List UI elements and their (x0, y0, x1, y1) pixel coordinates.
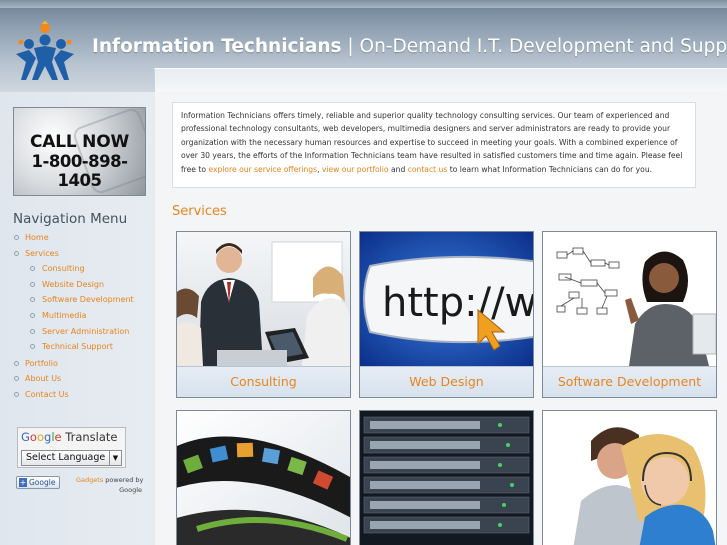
site-header: Information Technicians | On-Demand I.T.… (0, 0, 727, 92)
powered-by-google[interactable]: Google (119, 486, 142, 494)
nav-item-server-administration[interactable]: Server Administration (13, 324, 134, 340)
nav-item-home[interactable]: Home (13, 230, 134, 246)
software-development-label: Software Development (543, 366, 716, 397)
nav-item-label: Server Administration (42, 326, 130, 336)
nav-item-multimedia[interactable]: Multimedia (13, 308, 134, 324)
bullet-icon (14, 235, 19, 240)
nav-item-label: Consulting (42, 264, 85, 274)
nav-item-label: About Us (25, 374, 62, 384)
powered-by-text: powered by (103, 476, 144, 484)
site-title-brand: Information Technicians (92, 36, 342, 57)
service-card-consulting[interactable]: Consulting (176, 231, 351, 398)
nav-item-software-development[interactable]: Software Development (13, 292, 134, 308)
language-select-value: Select Language (26, 452, 106, 463)
bullet-icon (30, 328, 35, 334)
site-title-tagline: | On-Demand I.T. Development and Support (341, 36, 727, 57)
service-card-server-administration[interactable] (359, 410, 534, 545)
bullet-icon (30, 281, 35, 287)
nav-item-label: Website Design (42, 279, 105, 289)
bullet-icon (30, 312, 35, 318)
plus-icon: + (19, 478, 27, 487)
nav-item-website-design[interactable]: Website Design (13, 277, 134, 293)
header-top-bar (0, 0, 727, 8)
nav-item-label: Services (25, 248, 59, 258)
multimedia-image (177, 411, 350, 545)
service-card-technical-support[interactable] (542, 410, 717, 545)
nav-item-contact-us[interactable]: Contact Us (13, 387, 134, 403)
content-top-strip (154, 68, 727, 92)
intro-text-end: to learn what Information Technicians ca… (447, 164, 653, 174)
nav-item-services[interactable]: Services (13, 246, 134, 262)
site-title: Information Technicians | On-Demand I.T.… (92, 36, 727, 57)
explore-services-link[interactable]: explore our service offerings (208, 165, 317, 174)
gadgets-link[interactable]: Gadgets (76, 476, 103, 484)
google-translate-widget: Google Translate Select Language ▼ (17, 427, 126, 468)
dropdown-arrow-icon[interactable]: ▼ (109, 451, 121, 465)
bullet-icon (30, 344, 35, 350)
translate-label: Translate (65, 430, 118, 444)
bullet-icon (14, 391, 19, 397)
software-development-image (543, 232, 716, 366)
browser-url-text: http://www. (382, 280, 533, 326)
view-portfolio-link[interactable]: view our portfolio (322, 165, 389, 174)
bullet-icon (30, 297, 35, 303)
nav-item-label: Contact Us (25, 389, 69, 399)
call-now-text: CALL NOW (29, 132, 130, 152)
phone-number: 1-800-898-1405 (31, 152, 128, 190)
nav-item-label: Home (25, 233, 49, 242)
technical-support-image (543, 411, 716, 545)
company-logo-icon[interactable] (12, 18, 78, 84)
nav-menu: Home Services Consulting Website Design Soft… (13, 230, 134, 403)
nav-item-consulting[interactable]: Consulting (13, 261, 134, 277)
contact-us-link[interactable]: contact us (408, 165, 448, 174)
nav-item-label: Software Development (42, 295, 134, 305)
nav-menu-title: Navigation Menu (13, 211, 128, 227)
nav-item-label: Technical Support (42, 342, 113, 352)
gadgets-credit: Gadgets powered by Google (76, 475, 144, 495)
nav-item-label: Portfolio (25, 358, 58, 368)
service-card-web-design[interactable]: http://www. Web Design (359, 231, 534, 398)
nav-item-about-us[interactable]: About Us (13, 371, 134, 387)
intro-paragraph: Information Technicians offers timely, r… (172, 102, 696, 188)
bullet-icon (14, 376, 19, 382)
google-translate-logo: Google Translate (21, 430, 118, 444)
add-to-google-button[interactable]: + Google (16, 476, 60, 489)
web-design-label: Web Design (360, 366, 533, 397)
service-card-software-development[interactable]: Software Development (542, 231, 717, 398)
consulting-image (177, 232, 350, 366)
add-to-google-label: Google (29, 478, 56, 487)
bullet-icon (14, 360, 19, 366)
call-now-banner[interactable]: CALL NOW 1-800-898-1405 (13, 107, 146, 196)
server-administration-image (360, 411, 533, 545)
nav-item-portfolio[interactable]: Portfolio (13, 356, 134, 372)
consulting-label: Consulting (177, 366, 350, 397)
nav-item-technical-support[interactable]: Technical Support (13, 339, 134, 355)
bullet-icon (14, 250, 19, 256)
bullet-icon (30, 266, 35, 272)
nav-item-label: Multimedia (42, 310, 87, 320)
intro-separator: and (388, 164, 408, 174)
service-card-multimedia[interactable] (176, 410, 351, 545)
services-heading: Services (172, 204, 227, 219)
web-design-image: http://www. (360, 232, 533, 366)
language-select[interactable]: Select Language ▼ (21, 450, 122, 466)
